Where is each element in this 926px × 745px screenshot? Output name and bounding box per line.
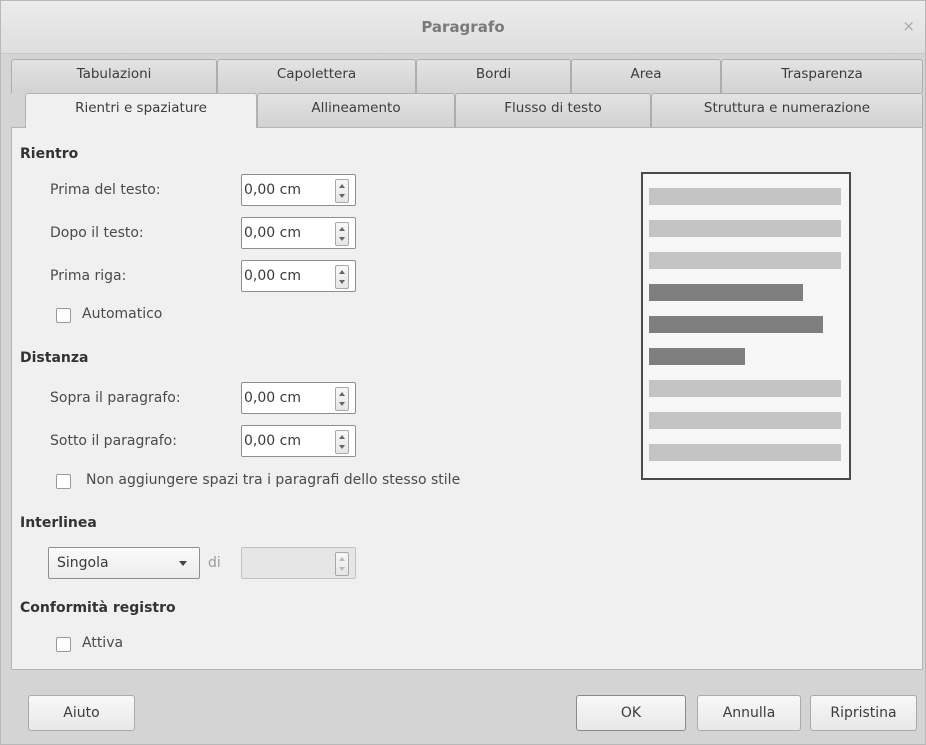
spin-down-icon[interactable] bbox=[339, 567, 345, 571]
preview-line bbox=[649, 188, 841, 205]
first-line-label: Prima riga: bbox=[50, 268, 127, 284]
above-paragraph-spinbox[interactable]: 0,00 cm bbox=[241, 382, 356, 414]
first-line-spinbox[interactable]: 0,00 cm bbox=[241, 260, 356, 292]
register-true-checkbox[interactable] bbox=[56, 637, 71, 652]
section-heading-rientro: Rientro bbox=[20, 146, 79, 162]
spin-arrows[interactable] bbox=[335, 179, 349, 203]
automatic-label: Automatico bbox=[82, 306, 163, 322]
dropdown-caret-icon[interactable] bbox=[179, 561, 187, 566]
tab-capolettera[interactable]: Capolettera bbox=[217, 59, 416, 93]
paragraph-dialog: Paragrafo × Tabulazioni Capolettera Bord… bbox=[0, 0, 926, 745]
reset-button-label: Ripristina bbox=[830, 705, 897, 721]
close-icon[interactable]: × bbox=[902, 17, 915, 35]
before-text-spinbox[interactable]: 0,00 cm bbox=[241, 174, 356, 206]
preview-line bbox=[649, 220, 841, 237]
spin-up-icon[interactable] bbox=[339, 184, 345, 188]
tab-trasparenza[interactable]: Trasparenza bbox=[721, 59, 923, 93]
preview-line bbox=[649, 444, 841, 461]
tab-bordi[interactable]: Bordi bbox=[416, 59, 571, 93]
reset-button[interactable]: Ripristina bbox=[810, 695, 917, 731]
line-spacing-dropdown[interactable]: Singola bbox=[48, 547, 200, 579]
preview-line-current bbox=[649, 348, 745, 365]
spin-down-icon[interactable] bbox=[339, 445, 345, 449]
tab-label: Area bbox=[630, 66, 662, 82]
tab-content-panel: Rientro Prima del testo: 0,00 cm Dopo il… bbox=[11, 127, 923, 670]
before-text-value[interactable]: 0,00 cm bbox=[244, 182, 301, 198]
line-spacing-value-spinbox[interactable] bbox=[241, 547, 356, 579]
below-paragraph-spinbox[interactable]: 0,00 cm bbox=[241, 425, 356, 457]
tab-allineamento[interactable]: Allineamento bbox=[257, 93, 455, 127]
tab-tabulazioni[interactable]: Tabulazioni bbox=[11, 59, 217, 93]
cancel-button[interactable]: Annulla bbox=[697, 695, 801, 731]
tab-label: Struttura e numerazione bbox=[703, 100, 871, 116]
section-heading-interlinea: Interlinea bbox=[20, 515, 97, 531]
spin-arrows[interactable] bbox=[335, 552, 349, 576]
no-space-label: Non aggiungere spazi tra i paragrafi del… bbox=[86, 472, 461, 488]
after-text-spinbox[interactable]: 0,00 cm bbox=[241, 217, 356, 249]
spin-up-icon[interactable] bbox=[339, 270, 345, 274]
preview-line-current bbox=[649, 316, 823, 333]
above-paragraph-value[interactable]: 0,00 cm bbox=[244, 390, 301, 406]
help-button[interactable]: Aiuto bbox=[28, 695, 135, 731]
spin-up-icon[interactable] bbox=[339, 435, 345, 439]
section-heading-conformita: Conformità registro bbox=[20, 600, 176, 616]
tab-label: Bordi bbox=[475, 66, 512, 82]
preview-line-current bbox=[649, 284, 803, 301]
below-paragraph-value[interactable]: 0,00 cm bbox=[244, 433, 301, 449]
no-space-checkbox[interactable] bbox=[56, 474, 71, 489]
above-paragraph-label: Sopra il paragrafo: bbox=[50, 390, 181, 406]
spin-arrows[interactable] bbox=[335, 265, 349, 289]
before-text-label: Prima del testo: bbox=[50, 182, 161, 198]
spin-arrows[interactable] bbox=[335, 222, 349, 246]
tab-struttura-e-numerazione[interactable]: Struttura e numerazione bbox=[651, 93, 923, 127]
after-text-value[interactable]: 0,00 cm bbox=[244, 225, 301, 241]
spin-arrows[interactable] bbox=[335, 430, 349, 454]
spin-down-icon[interactable] bbox=[339, 194, 345, 198]
spin-up-icon[interactable] bbox=[339, 227, 345, 231]
spin-arrows[interactable] bbox=[335, 387, 349, 411]
title-bar: Paragrafo × bbox=[1, 1, 925, 54]
tab-label: Flusso di testo bbox=[504, 100, 602, 116]
help-button-label: Aiuto bbox=[63, 705, 100, 721]
tab-label: Rientri e spaziature bbox=[75, 100, 207, 116]
section-heading-distanza: Distanza bbox=[20, 350, 89, 366]
automatic-checkbox[interactable] bbox=[56, 308, 71, 323]
spin-down-icon[interactable] bbox=[339, 237, 345, 241]
first-line-value[interactable]: 0,00 cm bbox=[244, 268, 301, 284]
line-spacing-selected[interactable]: Singola bbox=[57, 555, 109, 571]
spin-down-icon[interactable] bbox=[339, 402, 345, 406]
tab-label: Allineamento bbox=[311, 100, 401, 116]
tab-label: Capolettera bbox=[276, 66, 357, 82]
preview-line bbox=[649, 380, 841, 397]
tab-area[interactable]: Area bbox=[571, 59, 721, 93]
tab-flusso-di-testo[interactable]: Flusso di testo bbox=[455, 93, 651, 127]
paragraph-preview bbox=[641, 172, 851, 480]
spin-down-icon[interactable] bbox=[339, 280, 345, 284]
ok-button[interactable]: OK bbox=[576, 695, 686, 731]
tab-rientri-e-spaziature[interactable]: Rientri e spaziature bbox=[25, 93, 257, 128]
spin-up-icon[interactable] bbox=[339, 392, 345, 396]
spin-up-icon[interactable] bbox=[339, 557, 345, 561]
ok-button-label: OK bbox=[620, 705, 642, 721]
register-true-label: Attiva bbox=[82, 635, 124, 651]
cancel-button-label: Annulla bbox=[722, 705, 776, 721]
tab-label: Tabulazioni bbox=[76, 66, 152, 82]
preview-line bbox=[649, 412, 841, 429]
preview-line bbox=[649, 252, 841, 269]
tab-label: Trasparenza bbox=[781, 66, 863, 82]
di-label: di bbox=[208, 555, 221, 571]
dialog-title: Paragrafo bbox=[421, 18, 505, 36]
after-text-label: Dopo il testo: bbox=[50, 225, 144, 241]
below-paragraph-label: Sotto il paragrafo: bbox=[50, 433, 177, 449]
